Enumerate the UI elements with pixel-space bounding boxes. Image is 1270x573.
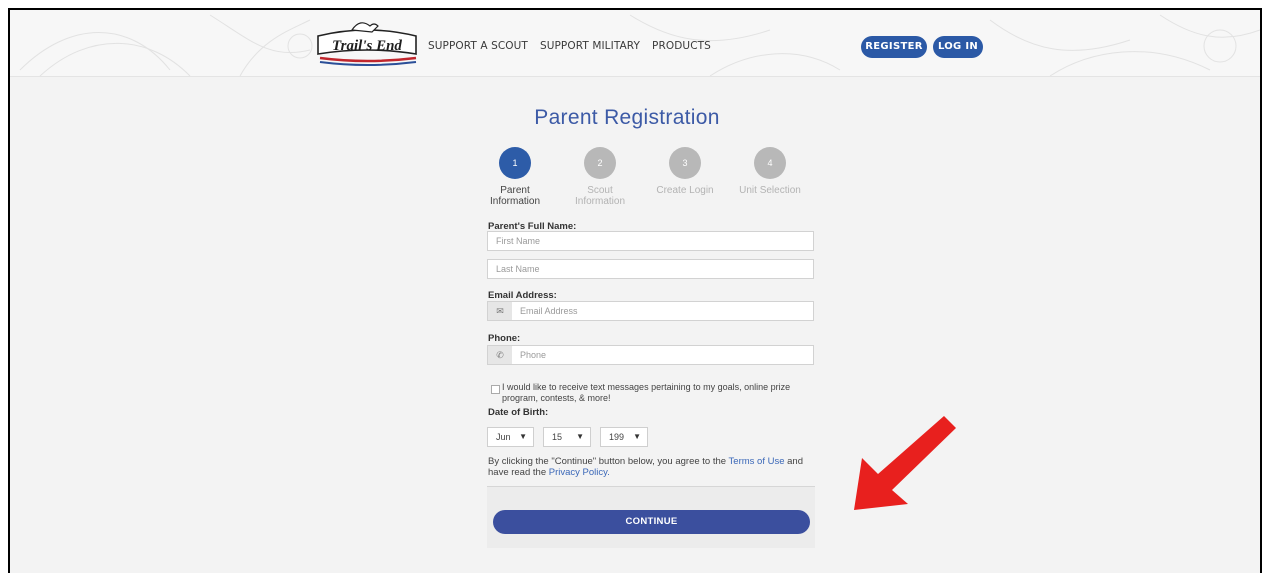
phone-input[interactable] <box>512 346 812 364</box>
nav-support-a-scout[interactable]: SUPPORT A SCOUT <box>428 40 528 52</box>
email-label: Email Address: <box>488 290 557 301</box>
login-button[interactable]: LOG IN <box>933 36 983 58</box>
phone-icon: ✆ <box>488 346 512 364</box>
email-input[interactable] <box>512 302 812 320</box>
step-number: 1 <box>499 147 531 179</box>
phone-field: ✆ <box>487 345 814 365</box>
envelope-icon: ✉ <box>488 302 512 320</box>
chevron-down-icon: ▼ <box>519 432 527 441</box>
terms-text-before: By clicking the "Continue" button below,… <box>488 456 729 467</box>
phone-label: Phone: <box>488 333 521 344</box>
email-field: ✉ <box>487 301 814 321</box>
sms-opt-in-row: I would like to receive text messages pe… <box>488 382 818 404</box>
nav-support-military[interactable]: SUPPORT MILITARY <box>540 40 640 52</box>
terms-text: By clicking the "Continue" button below,… <box>488 456 818 478</box>
dob-day-value: 15 <box>552 432 563 442</box>
step-number: 3 <box>669 147 701 179</box>
step-label: Create Login <box>656 185 714 196</box>
sms-opt-in-checkbox[interactable] <box>491 385 500 394</box>
dob-year-value: 199 <box>609 432 625 442</box>
step-number: 2 <box>584 147 616 179</box>
step-scout-information: 2 Scout Information <box>555 147 645 207</box>
step-unit-selection: 4 Unit Selection <box>725 147 815 196</box>
form-footer: CONTINUE <box>487 486 815 548</box>
privacy-policy-link[interactable]: Privacy Policy. <box>549 467 610 478</box>
page-title: Parent Registration <box>534 106 720 129</box>
chevron-down-icon: ▼ <box>633 432 641 441</box>
nav-products[interactable]: PRODUCTS <box>652 40 711 52</box>
dob-month-select[interactable]: Jun ▼ <box>487 427 534 447</box>
continue-button[interactable]: CONTINUE <box>493 510 810 534</box>
step-parent-information: 1 Parent Information <box>470 147 560 207</box>
terms-of-use-link[interactable]: Terms of Use <box>729 456 785 467</box>
red-arrow-annotation-icon <box>854 416 956 510</box>
dob-day-select[interactable]: 15 ▼ <box>543 427 591 447</box>
first-name-input[interactable] <box>488 232 813 250</box>
step-create-login: 3 Create Login <box>640 147 730 196</box>
dob-year-select[interactable]: 199 ▼ <box>600 427 648 447</box>
step-label: Unit Selection <box>739 185 801 196</box>
sms-opt-in-text: I would like to receive text messages pe… <box>502 382 791 403</box>
main-nav: SUPPORT A SCOUT SUPPORT MILITARY PRODUCT… <box>428 40 711 52</box>
dob-label: Date of Birth: <box>488 407 549 418</box>
site-header: Trail's End SUPPORT A SCOUT SUPPORT MILI… <box>10 10 1260 77</box>
logo-text: Trail's End <box>332 38 402 54</box>
last-name-field <box>487 259 814 279</box>
browser-frame: Trail's End SUPPORT A SCOUT SUPPORT MILI… <box>8 8 1262 573</box>
register-button[interactable]: REGISTER <box>861 36 927 58</box>
step-label: Parent Information <box>490 185 541 207</box>
step-number: 4 <box>754 147 786 179</box>
chevron-down-icon: ▼ <box>576 432 584 441</box>
dob-month-value: Jun <box>496 432 511 442</box>
trails-end-logo[interactable]: Trail's End <box>312 20 422 68</box>
step-label: Scout Information <box>575 185 626 207</box>
last-name-input[interactable] <box>488 260 813 278</box>
first-name-field <box>487 231 814 251</box>
